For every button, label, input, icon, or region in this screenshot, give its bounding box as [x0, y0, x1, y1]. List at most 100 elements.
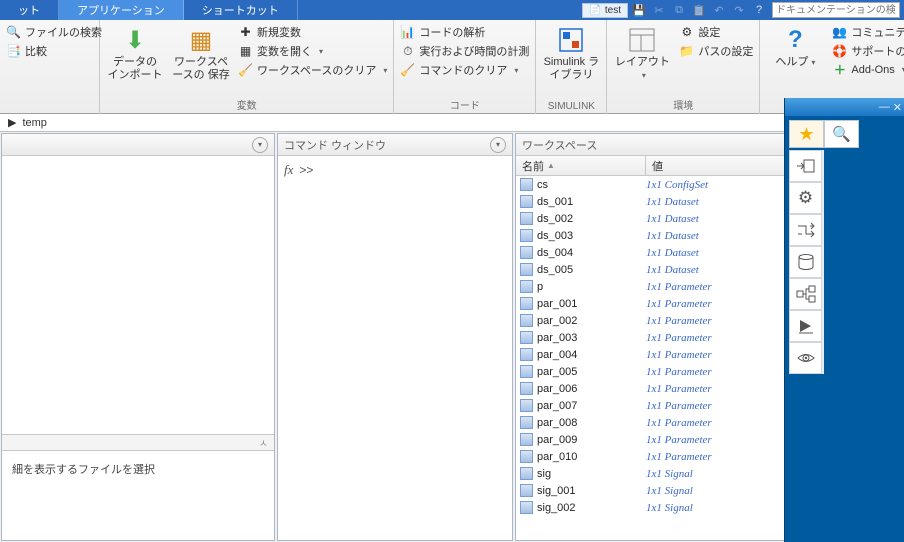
community-icon: 👥 — [832, 25, 847, 40]
variable-icon — [520, 178, 533, 191]
import-data-button[interactable]: ⬇ データの インポート — [106, 24, 164, 82]
community-button[interactable]: 👥コミュニティ — [832, 24, 904, 40]
variable-name: par_002 — [537, 315, 577, 327]
title-tabstrip: ット アプリケーション ショートカット 📄 test 💾 ✂ ⧉ 📋 ↶ ↷ ? — [0, 0, 904, 20]
variable-name: ds_003 — [537, 230, 573, 242]
tab-search[interactable]: 🔍 — [824, 120, 859, 148]
current-folder-panel: ▾ ㅅ 細を表示するファイルを選択 — [1, 133, 275, 541]
quick-access-toolbar: 📄 test 💾 ✂ ⧉ 📋 ↶ ↷ ? — [582, 0, 904, 20]
variable-name: sig — [537, 468, 551, 480]
command-prompt[interactable]: fx >> — [278, 156, 512, 184]
visibility-eye-icon[interactable] — [789, 342, 822, 374]
tab-application[interactable]: アプリケーション — [59, 0, 184, 20]
group-label-env: 環境 — [613, 97, 753, 114]
gear-icon: ⚙ — [679, 25, 694, 40]
prompt-text: >> — [299, 163, 313, 177]
help-icon[interactable]: ? — [750, 2, 768, 18]
set-path-button[interactable]: 📁パスの設定 — [679, 43, 753, 59]
group-simulink: Simulink ライブラリ SIMULINK — [536, 20, 607, 114]
simulink-library-button[interactable]: Simulink ライブラリ — [542, 24, 600, 82]
variable-name: par_003 — [537, 332, 577, 344]
save-icon[interactable]: 💾 — [630, 2, 648, 18]
help-button[interactable]: ? ヘルプ — [766, 24, 824, 69]
support-icon: 🛟 — [832, 44, 847, 59]
current-folder-header[interactable]: ▾ — [2, 134, 274, 156]
variable-name: par_005 — [537, 366, 577, 378]
current-folder-address[interactable]: ▶ temp — [0, 114, 904, 132]
variable-name: par_001 — [537, 298, 577, 310]
copy-icon[interactable]: ⧉ — [670, 2, 688, 18]
path-segment[interactable]: temp — [22, 117, 46, 129]
inspector-titlebar[interactable]: — ✕ — [785, 98, 904, 116]
command-window-header[interactable]: コマンド ウィンドウ ▾ — [278, 134, 512, 156]
open-variable-button[interactable]: ▦変数を開く — [238, 43, 387, 59]
help-large-icon: ? — [781, 26, 809, 54]
open-var-icon: ▦ — [238, 44, 253, 59]
panel-menu-button[interactable]: ▾ — [252, 137, 268, 153]
variable-icon — [520, 467, 533, 480]
clear-commands-button[interactable]: 🧹コマンドのクリア — [400, 62, 529, 78]
group-label-simulink: SIMULINK — [542, 101, 600, 114]
group-file: 🔍ファイルの検索 📑比較 — [0, 20, 100, 114]
current-document-tab[interactable]: 📄 test — [582, 3, 628, 18]
variable-name: par_006 — [537, 383, 577, 395]
timing-icon: ⏱ — [400, 44, 415, 59]
addons-button[interactable]: ＋Add-Ons — [832, 62, 904, 77]
variable-name: ds_004 — [537, 247, 573, 259]
tab-shortcut[interactable]: ショートカット — [184, 0, 298, 20]
doc-icon: 📄 — [589, 5, 601, 16]
fx-icon[interactable]: fx — [284, 162, 293, 178]
variable-icon — [520, 501, 533, 514]
paste-icon[interactable]: 📋 — [690, 2, 708, 18]
minimize-icon[interactable]: — — [879, 101, 890, 113]
find-files-button[interactable]: 🔍ファイルの検索 — [6, 24, 102, 40]
search-glass-icon: 🔍 — [832, 125, 851, 143]
clear-workspace-button[interactable]: 🧹ワークスペースのクリア — [238, 62, 387, 78]
column-name[interactable]: 名前▲ — [516, 156, 646, 175]
import-icon: ⬇ — [121, 26, 149, 54]
variable-name: ds_002 — [537, 213, 573, 225]
compare-button[interactable]: 📑比較 — [6, 43, 102, 59]
datastore-icon[interactable] — [789, 246, 822, 278]
save-workspace-button[interactable]: ▦ ワークスペースの 保存 — [172, 24, 230, 82]
variable-name: ds_005 — [537, 264, 573, 276]
redo-icon[interactable]: ↷ — [730, 2, 748, 18]
file-list[interactable] — [2, 156, 274, 434]
close-icon[interactable]: ✕ — [893, 101, 902, 114]
desktop-area: ▾ ㅅ 細を表示するファイルを選択 コマンド ウィンドウ ▾ fx >> ワーク… — [0, 132, 904, 542]
tab-cut-partial[interactable]: ット — [0, 0, 59, 20]
layout-icon — [628, 26, 656, 54]
inport-icon[interactable] — [789, 150, 822, 182]
config-gear-icon[interactable]: ⚙ — [789, 182, 822, 214]
analyze-code-button[interactable]: 📊コードの解析 — [400, 24, 529, 40]
details-divider[interactable]: ㅅ — [2, 434, 274, 450]
new-var-icon: ✚ — [238, 25, 253, 40]
cut-icon[interactable]: ✂ — [650, 2, 668, 18]
tab-favorites[interactable]: ★ — [789, 120, 824, 148]
path-chevron-icon: ▶ — [8, 116, 16, 129]
inspector-tabs: ★ 🔍 — [789, 120, 859, 148]
variable-icon — [520, 246, 533, 259]
search-docs-input[interactable] — [772, 2, 900, 18]
variable-icon — [520, 263, 533, 276]
panel-menu-button[interactable]: ▾ — [490, 137, 506, 153]
new-variable-button[interactable]: ✚新規変数 — [238, 24, 387, 40]
layout-button[interactable]: レイアウト — [613, 24, 671, 82]
variable-name: cs — [537, 179, 548, 191]
variable-name: par_008 — [537, 417, 577, 429]
run-and-time-button[interactable]: ⏱実行および時間の計測 — [400, 43, 529, 59]
request-support-button[interactable]: 🛟サポートのリクエスト — [832, 43, 904, 59]
variable-icon — [520, 195, 533, 208]
hierarchy-icon[interactable] — [789, 278, 822, 310]
preferences-button[interactable]: ⚙設定 — [679, 24, 753, 40]
variable-name: ds_001 — [537, 196, 573, 208]
clear-ws-icon: 🧹 — [238, 63, 253, 78]
variable-icon — [520, 212, 533, 225]
variable-icon — [520, 348, 533, 361]
play-icon[interactable] — [789, 310, 822, 342]
undo-icon[interactable]: ↶ — [710, 2, 728, 18]
variable-icon — [520, 365, 533, 378]
signal-routing-icon[interactable] — [789, 214, 822, 246]
variable-name: par_010 — [537, 451, 577, 463]
group-label-file — [6, 112, 93, 114]
